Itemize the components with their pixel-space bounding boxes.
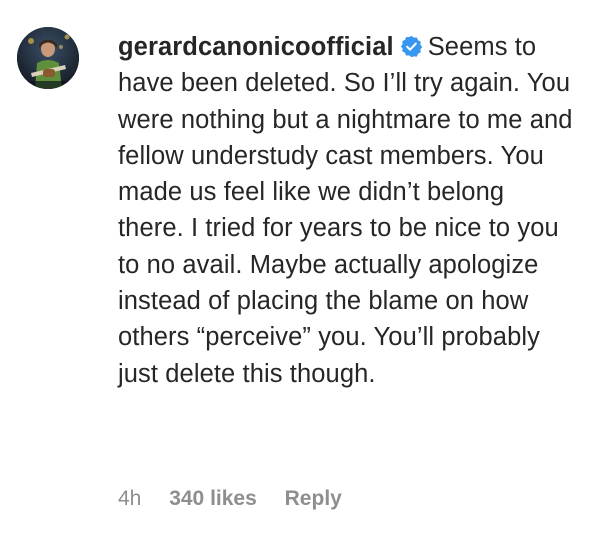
verified-badge-icon: [400, 35, 423, 58]
comment-text: Seems to have been deleted. So I’ll try …: [118, 33, 573, 388]
avatar-image: [17, 27, 79, 89]
comment-meta: 4h 340 likes Reply: [118, 484, 342, 514]
reply-button[interactable]: Reply: [285, 484, 342, 514]
comment-username[interactable]: gerardcanonicoofficial: [118, 33, 394, 61]
comment: gerardcanonicoofficial Seems to have been…: [0, 0, 590, 544]
comment-body: gerardcanonicoofficial Seems to have been…: [118, 29, 576, 392]
comment-likes-count[interactable]: 340 likes: [169, 484, 257, 514]
comment-timestamp[interactable]: 4h: [118, 484, 141, 514]
avatar[interactable]: [17, 27, 79, 89]
